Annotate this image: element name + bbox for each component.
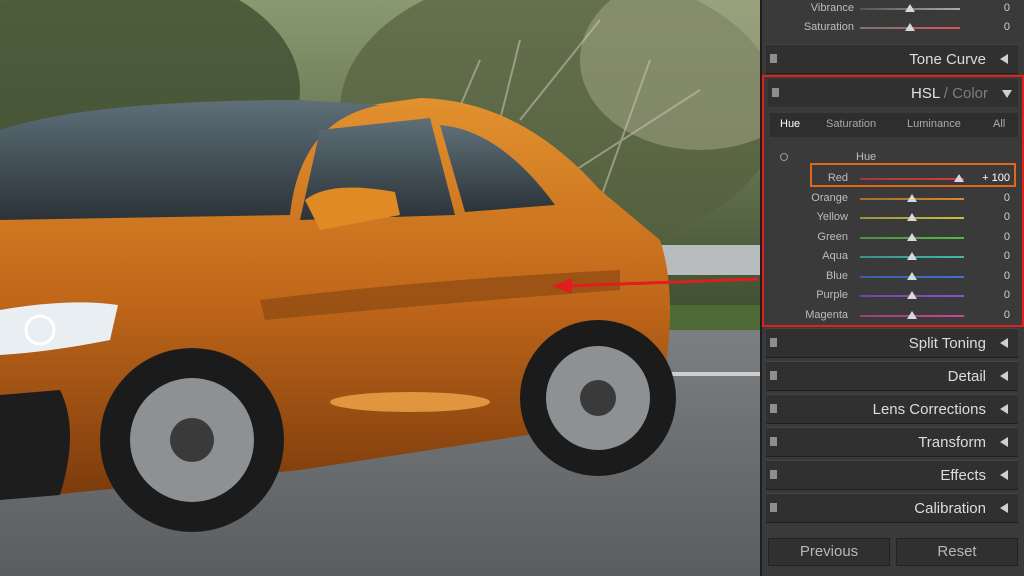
hsl-row-value[interactable]: 0 xyxy=(970,309,1010,321)
section-detail[interactable]: Detail xyxy=(766,361,1018,391)
hsl-row-value[interactable]: 0 xyxy=(970,270,1010,282)
section-tone-curve[interactable]: Tone Curve xyxy=(766,44,1018,74)
hsl-row-value[interactable]: 0 xyxy=(970,211,1010,223)
section-title: Calibration xyxy=(914,500,986,517)
hsl-slider-thumb[interactable] xyxy=(907,232,917,241)
hsl-title-separator: / xyxy=(939,85,953,102)
basic-presence-rows: Vibrance 0 Saturation 0 xyxy=(762,0,1024,44)
hsl-row-label: Yellow xyxy=(816,211,848,223)
collapse-arrow-icon[interactable] xyxy=(1000,470,1008,480)
hsl-slider-thumb[interactable] xyxy=(907,271,917,280)
photo-preview xyxy=(0,0,760,576)
develop-panel: Vibrance 0 Saturation 0 Tone Curve HSL /… xyxy=(760,0,1024,576)
slider-label: Saturation xyxy=(803,21,854,33)
slider-label: Vibrance xyxy=(810,2,854,14)
section-title: Tone Curve xyxy=(909,51,986,68)
section-title: Detail xyxy=(947,368,986,385)
hsl-slider-thumb[interactable] xyxy=(907,213,917,221)
section-title: Effects xyxy=(940,467,986,484)
hsl-row-label: Green xyxy=(817,230,848,243)
hsl-row-value[interactable]: 0 xyxy=(970,250,1010,262)
hsl-row-label: Red xyxy=(827,172,848,184)
hsl-tabs: Hue Saturation Luminance All xyxy=(770,113,1018,137)
hsl-row-label: Aqua xyxy=(822,250,848,262)
hsl-row-label: Orange xyxy=(811,191,848,204)
hsl-row-value[interactable]: + 100 xyxy=(970,172,1010,184)
section-transform[interactable]: Transform xyxy=(766,427,1018,457)
panel-toggle-icon[interactable] xyxy=(770,503,777,512)
hsl-row-label: Purple xyxy=(816,289,848,301)
slider-thumb[interactable] xyxy=(905,4,915,12)
hue-group-label: Hue xyxy=(856,151,877,163)
slider-row-vibrance[interactable]: Vibrance 0 xyxy=(762,0,1024,18)
hsl-row-label: Magenta xyxy=(805,308,848,321)
section-split-toning[interactable]: Split Toning xyxy=(766,328,1018,358)
hsl-row-red[interactable]: Red + 100 xyxy=(764,169,1022,188)
hsl-row-yellow[interactable]: Yellow 0 xyxy=(764,208,1022,227)
hsl-row-value[interactable]: 0 xyxy=(970,289,1010,301)
hsl-title-color[interactable]: Color xyxy=(952,85,988,102)
tab-hue[interactable]: Hue xyxy=(780,118,800,130)
slider-value[interactable]: 0 xyxy=(970,2,1010,14)
hsl-row-blue[interactable]: Blue 0 xyxy=(764,267,1022,286)
hsl-row-value[interactable]: 0 xyxy=(970,231,1010,243)
panel-toggle-icon[interactable] xyxy=(772,88,779,97)
section-effects[interactable]: Effects xyxy=(766,460,1018,490)
panel-toggle-icon[interactable] xyxy=(770,338,777,347)
hsl-row-aqua[interactable]: Aqua 0 xyxy=(764,247,1022,266)
target-adjustment-icon[interactable] xyxy=(780,153,788,161)
hsl-title[interactable]: HSL / Color xyxy=(911,85,988,102)
hsl-row-value[interactable]: 0 xyxy=(970,192,1010,204)
hsl-slider-track[interactable] xyxy=(860,178,964,180)
hsl-row-label: Blue xyxy=(825,269,848,282)
section-title: Lens Corrections xyxy=(872,401,986,418)
hsl-row-green[interactable]: Green 0 xyxy=(764,228,1022,247)
collapse-arrow-icon[interactable] xyxy=(1000,54,1008,64)
collapse-arrow-icon[interactable] xyxy=(1000,371,1008,381)
hsl-slider-thumb[interactable] xyxy=(907,291,917,299)
slider-value[interactable]: 0 xyxy=(970,21,1010,33)
panel-toggle-icon[interactable] xyxy=(770,371,777,380)
slider-row-saturation[interactable]: Saturation 0 xyxy=(762,17,1024,37)
panel-toggle-icon[interactable] xyxy=(770,470,777,479)
section-title: Transform xyxy=(918,434,986,451)
hsl-slider-thumb[interactable] xyxy=(954,174,964,182)
panel-toggle-icon[interactable] xyxy=(770,404,777,413)
hsl-title-main[interactable]: HSL xyxy=(911,85,940,102)
tab-all[interactable]: All xyxy=(993,118,1005,130)
hsl-header[interactable]: HSL / Color xyxy=(768,79,1018,107)
panel-toggle-icon[interactable] xyxy=(770,54,777,63)
panel-toggle-icon[interactable] xyxy=(770,437,777,446)
expand-arrow-icon[interactable] xyxy=(1002,90,1012,98)
collapse-arrow-icon[interactable] xyxy=(1000,503,1008,513)
hsl-row-magenta[interactable]: Magenta 0 xyxy=(764,306,1022,325)
collapse-arrow-icon[interactable] xyxy=(1000,404,1008,414)
collapse-arrow-icon[interactable] xyxy=(1000,437,1008,447)
hsl-slider-thumb[interactable] xyxy=(907,310,917,319)
slider-thumb[interactable] xyxy=(905,23,915,31)
car-photo xyxy=(0,0,760,576)
section-lens-corrections[interactable]: Lens Corrections xyxy=(766,394,1018,424)
tab-saturation[interactable]: Saturation xyxy=(826,118,876,130)
tab-luminance[interactable]: Luminance xyxy=(907,118,961,130)
reset-button[interactable]: Reset xyxy=(896,538,1018,566)
collapse-arrow-icon[interactable] xyxy=(1000,338,1008,348)
previous-button[interactable]: Previous xyxy=(768,538,890,566)
section-title: Split Toning xyxy=(908,335,986,352)
section-calibration[interactable]: Calibration xyxy=(766,493,1018,523)
hsl-color-panel: HSL / Color Hue Saturation Luminance All… xyxy=(762,75,1024,327)
hsl-row-purple[interactable]: Purple 0 xyxy=(764,286,1022,305)
hsl-slider-thumb[interactable] xyxy=(907,193,917,202)
hsl-row-orange[interactable]: Orange 0 xyxy=(764,189,1022,208)
hsl-slider-thumb[interactable] xyxy=(907,252,917,260)
